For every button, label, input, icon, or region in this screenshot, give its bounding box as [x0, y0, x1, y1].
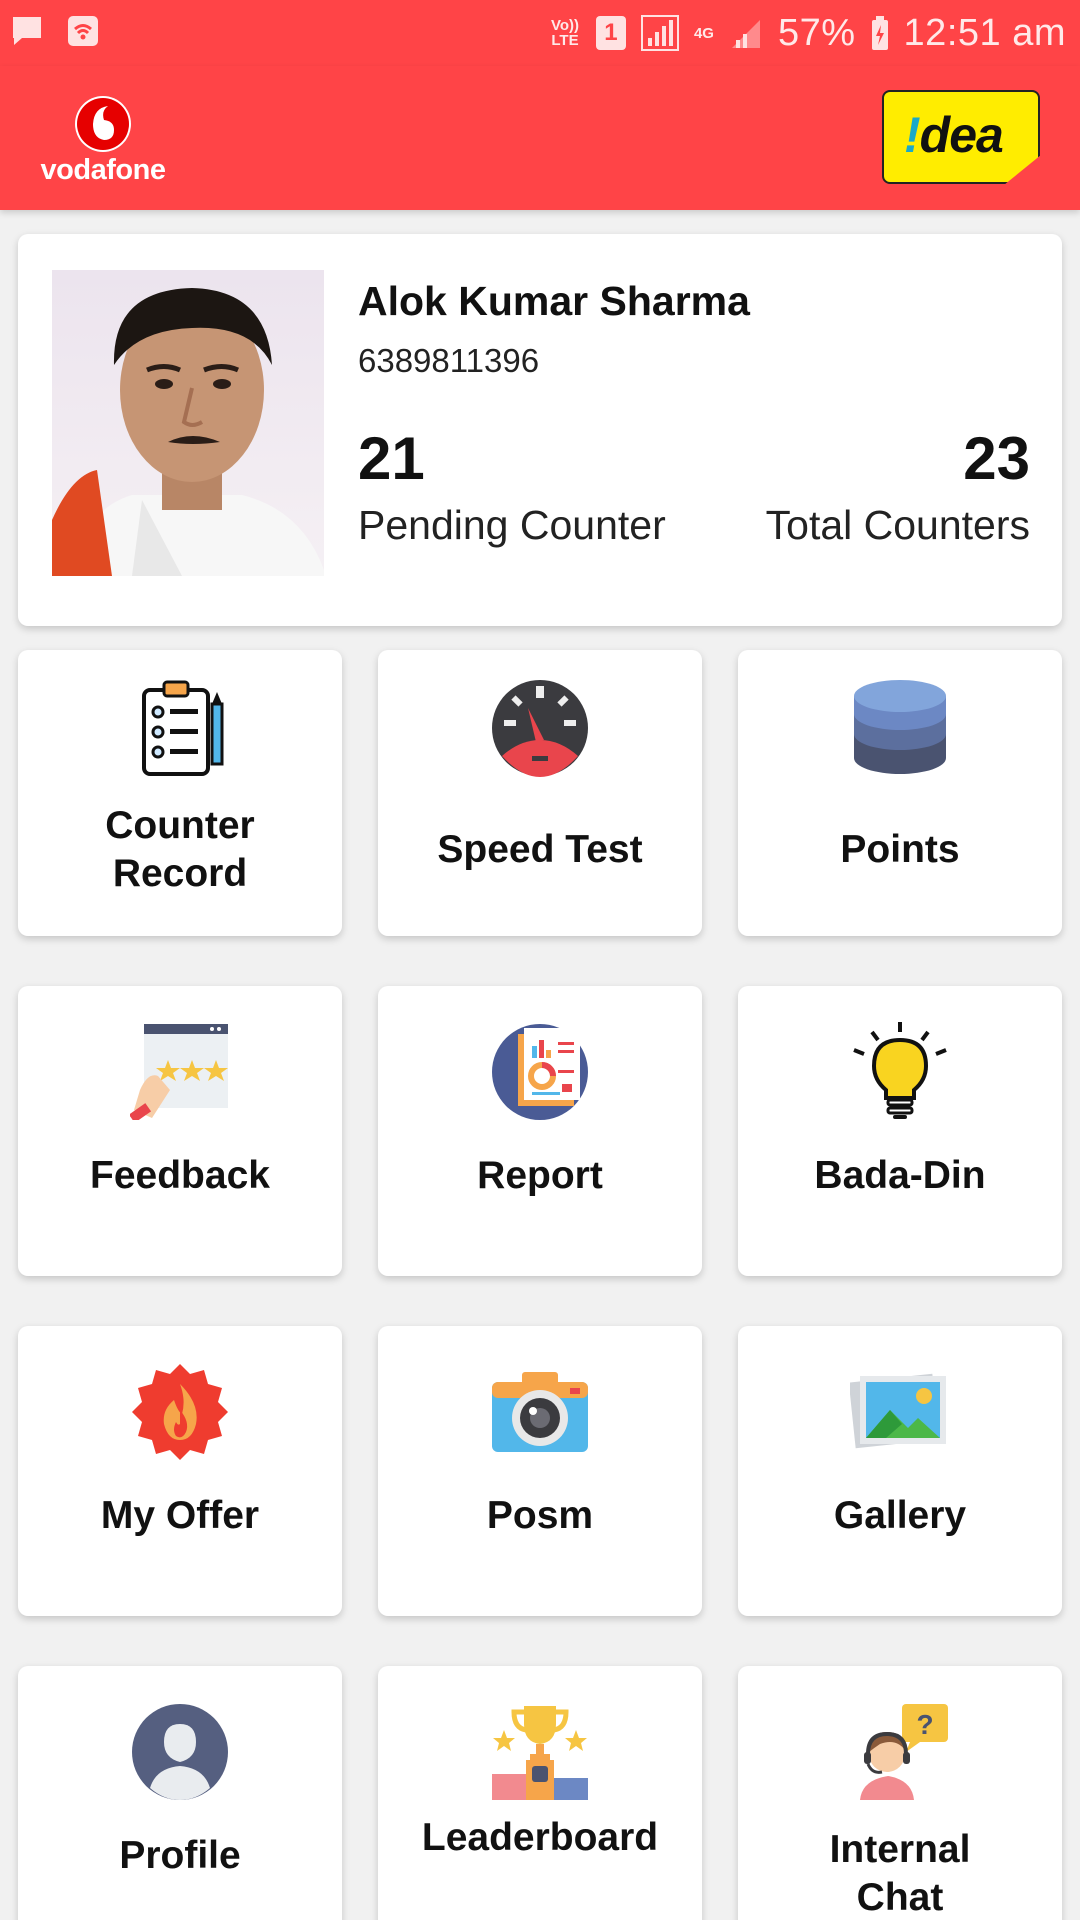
pending-counter-label: Pending Counter — [358, 502, 666, 548]
status-bar: Vo)) LTE 1 4G 57% 12:51 am — [0, 0, 1080, 66]
vodafone-wordmark: vodafone — [40, 154, 166, 186]
total-counters-value: 23 — [963, 425, 1030, 492]
vodafone-logo[interactable]: vodafone — [38, 94, 168, 194]
volte-indicator: Vo)) LTE — [550, 17, 579, 49]
camera-icon — [492, 1372, 588, 1452]
lightbulb-icon — [853, 1022, 947, 1119]
tile-speed-test[interactable]: Speed Test — [378, 650, 702, 936]
tile-label: Profile — [119, 1834, 241, 1877]
clipboard-icon — [142, 680, 224, 776]
tile-label: Posm — [486, 1494, 594, 1537]
tile-label: Leaderboard — [421, 1816, 659, 1859]
tile-label: Bada-Din — [814, 1154, 986, 1197]
tile-label: Speed Test — [437, 828, 643, 871]
gallery-photos-icon — [850, 1373, 946, 1449]
tile-internal-chat[interactable]: ? Internal Chat — [738, 1666, 1062, 1920]
speedometer-icon — [492, 680, 588, 777]
database-stack-icon — [854, 680, 946, 774]
tile-label: My Offer — [100, 1494, 260, 1537]
app-header: vodafone !dea — [0, 66, 1080, 210]
trophy-podium-icon — [492, 1706, 588, 1800]
user-avatar-icon — [132, 1704, 228, 1800]
user-photo — [52, 270, 324, 576]
network-type-indicator: 4G — [693, 24, 714, 42]
tile-label: Internal Chat — [829, 1828, 971, 1919]
vodafone-speechmark-icon — [75, 96, 131, 152]
idea-wordmark: !dea — [904, 107, 1004, 163]
tile-counter-record[interactable]: Counter Record — [18, 650, 342, 936]
tile-bada-din[interactable]: Bada-Din — [738, 986, 1062, 1276]
tile-label: Gallery — [833, 1494, 967, 1537]
tile-leaderboard[interactable]: Leaderboard — [378, 1666, 702, 1920]
tile-label: Report — [477, 1154, 603, 1197]
tile-label: Points — [840, 828, 960, 871]
tile-profile[interactable]: Profile — [18, 1666, 342, 1920]
svg-text:?: ? — [916, 1709, 933, 1740]
battery-charging-icon — [871, 16, 888, 50]
tile-label: Feedback — [90, 1154, 270, 1197]
tile-posm[interactable]: Posm — [378, 1326, 702, 1616]
rating-stars-icon — [130, 1024, 228, 1120]
status-left-icons — [10, 14, 100, 48]
tile-report[interactable]: Report — [378, 986, 702, 1276]
user-portrait-image — [52, 288, 324, 576]
signal-strength-secondary-icon — [731, 20, 760, 48]
pending-counter-value: 21 — [358, 425, 425, 492]
offer-badge-icon — [132, 1364, 228, 1460]
message-notification-icon — [13, 17, 41, 45]
profile-summary-card[interactable]: Alok Kumar Sharma 6389811396 21 Pending … — [18, 234, 1062, 626]
tile-points[interactable]: Points — [738, 650, 1062, 936]
status-right-icons: Vo)) LTE 1 4G 57% 12:51 am — [548, 10, 1066, 56]
tile-label: Counter Record — [105, 804, 255, 895]
battery-percent: 57% — [777, 11, 856, 54]
idea-logo[interactable]: !dea — [882, 90, 1040, 184]
app-screen: Vo)) LTE 1 4G 57% 12:51 am vodafone !dea… — [0, 0, 1080, 1920]
clock: 12:51 am — [903, 11, 1066, 54]
sim-indicator: 1 — [595, 16, 626, 50]
signal-strength-icon — [640, 15, 679, 51]
wifi-hotspot-icon — [68, 16, 98, 46]
chat-agent-icon: ? — [860, 1704, 948, 1800]
tile-gallery[interactable]: Gallery — [738, 1326, 1062, 1616]
user-phone: 6389811396 — [358, 342, 540, 379]
report-chart-icon — [492, 1024, 588, 1120]
tile-feedback[interactable]: Feedback — [18, 986, 342, 1276]
user-name: Alok Kumar Sharma — [358, 278, 750, 324]
total-counters-label: Total Counters — [765, 502, 1030, 548]
tile-my-offer[interactable]: My Offer — [18, 1326, 342, 1616]
